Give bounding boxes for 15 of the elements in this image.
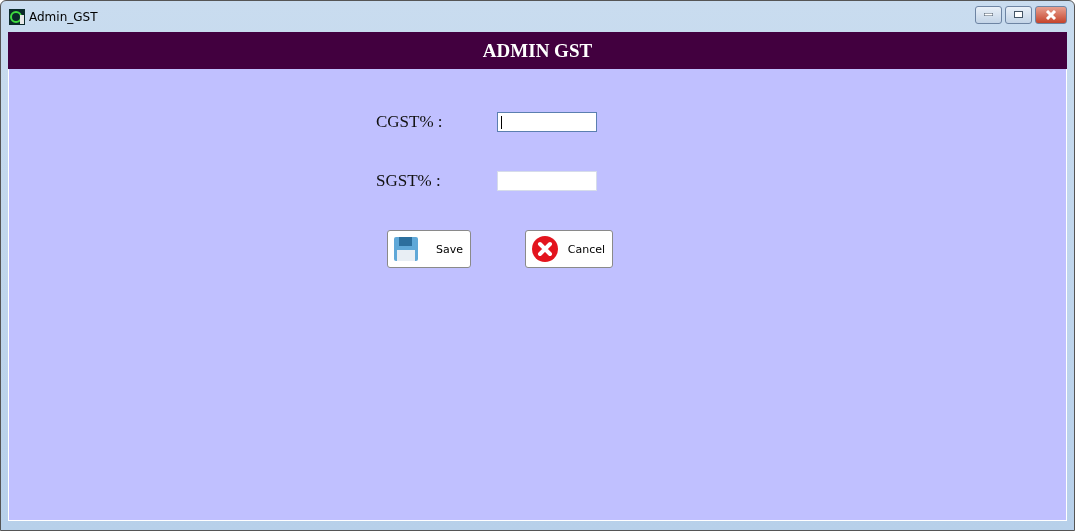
cancel-button[interactable]: Cancel xyxy=(525,230,613,268)
close-icon xyxy=(531,235,559,263)
close-button[interactable] xyxy=(1035,5,1067,24)
field-label: SGST% : xyxy=(375,171,442,191)
maximize-icon xyxy=(1014,11,1023,18)
header-title: ADMIN GST xyxy=(482,39,593,62)
input-field[interactable] xyxy=(497,112,597,132)
field-label: CGST% : xyxy=(375,112,444,132)
close-icon xyxy=(1045,9,1057,20)
minimize-icon xyxy=(984,13,993,16)
minimize-button[interactable] xyxy=(975,5,1002,24)
window-title: Admin_GST xyxy=(29,9,98,24)
maximize-button[interactable] xyxy=(1005,5,1032,24)
app-icon xyxy=(9,8,25,25)
save-button[interactable]: Save xyxy=(387,230,471,268)
